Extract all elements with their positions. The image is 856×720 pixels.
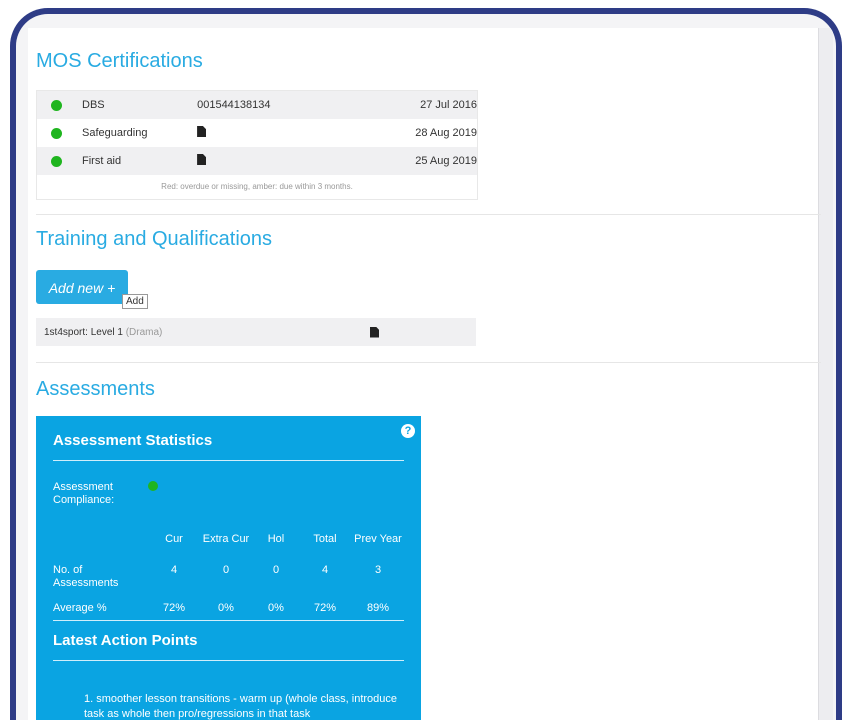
qualification-category: (Drama) xyxy=(125,326,163,338)
table-row: First aid 25 Aug 2019 xyxy=(37,147,477,175)
cert-name: DBS xyxy=(82,99,105,111)
qualification-label: 1st4sport: Level 1 (Drama) xyxy=(44,327,370,338)
assessment-statistics-panel: Assessment Statistics ? Assessment Compl… xyxy=(36,416,421,720)
scrollbar[interactable] xyxy=(818,28,833,720)
value-cell: 4 xyxy=(321,564,329,576)
status-legend-note: Red: overdue or missing, amber: due with… xyxy=(37,175,477,199)
compliance-status-dot xyxy=(148,481,158,491)
status-dot xyxy=(51,99,62,111)
cert-document xyxy=(197,126,314,140)
row-label-no-of-assessments: No. of Assessments xyxy=(53,564,119,589)
help-icon[interactable]: ? xyxy=(401,424,415,438)
qualification-name: 1st4sport: Level 1 xyxy=(44,326,123,338)
cert-name: Safeguarding xyxy=(82,127,148,139)
row-label-average: Average % xyxy=(53,602,107,614)
col-header-total: Total xyxy=(313,533,337,545)
document-icon[interactable] xyxy=(197,126,207,137)
add-new-button[interactable]: Add new + xyxy=(36,270,128,304)
assessments-title: Assessments xyxy=(36,378,155,400)
section-divider xyxy=(36,362,821,363)
table-row: DBS 001544138134 27 Jul 2016 xyxy=(37,91,477,119)
stats-rule xyxy=(53,460,404,461)
document-icon[interactable] xyxy=(370,326,379,338)
value-cell: 4 xyxy=(170,564,178,576)
mos-certifications-title: MOS Certifications xyxy=(36,50,203,72)
section-divider xyxy=(36,214,821,215)
col-header-prev-year: Prev Year xyxy=(354,533,402,545)
device-frame: MOS Certifications DBS 001544138134 27 J… xyxy=(10,8,842,720)
table-row: Safeguarding 28 Aug 2019 xyxy=(37,119,477,147)
status-dot xyxy=(51,127,62,139)
cert-date: 27 Jul 2016 xyxy=(420,99,477,111)
action-point-text: 1. smoother lesson transitions - warm up… xyxy=(84,693,398,720)
cert-number: 001544138134 xyxy=(197,99,271,111)
latest-action-points-title: Latest Action Points xyxy=(53,632,198,649)
document-icon[interactable] xyxy=(197,154,207,165)
col-header-cur: Cur xyxy=(165,533,183,545)
cert-date: 25 Aug 2019 xyxy=(415,155,477,167)
compliance-label: Assessment Compliance: xyxy=(53,481,115,506)
certifications-table: DBS 001544138134 27 Jul 2016 Safeguardin… xyxy=(36,90,478,200)
list-item: 1st4sport: Level 1 (Drama) xyxy=(36,318,476,346)
add-tooltip: Add xyxy=(122,294,148,309)
cert-date: 28 Aug 2019 xyxy=(415,127,477,139)
value-cell: 72% xyxy=(162,602,186,614)
profile-panel: MOS Certifications DBS 001544138134 27 J… xyxy=(28,28,833,720)
value-cell: 72% xyxy=(313,602,337,614)
cert-name: First aid xyxy=(82,155,122,167)
stats-rule xyxy=(53,660,404,661)
status-dot xyxy=(51,155,62,167)
stats-rule xyxy=(53,620,404,621)
value-cell: 3 xyxy=(374,564,382,576)
stats-title: Assessment Statistics xyxy=(53,432,213,449)
value-cell: 89% xyxy=(366,602,390,614)
cert-document xyxy=(197,154,314,168)
training-title: Training and Qualifications xyxy=(36,228,273,250)
